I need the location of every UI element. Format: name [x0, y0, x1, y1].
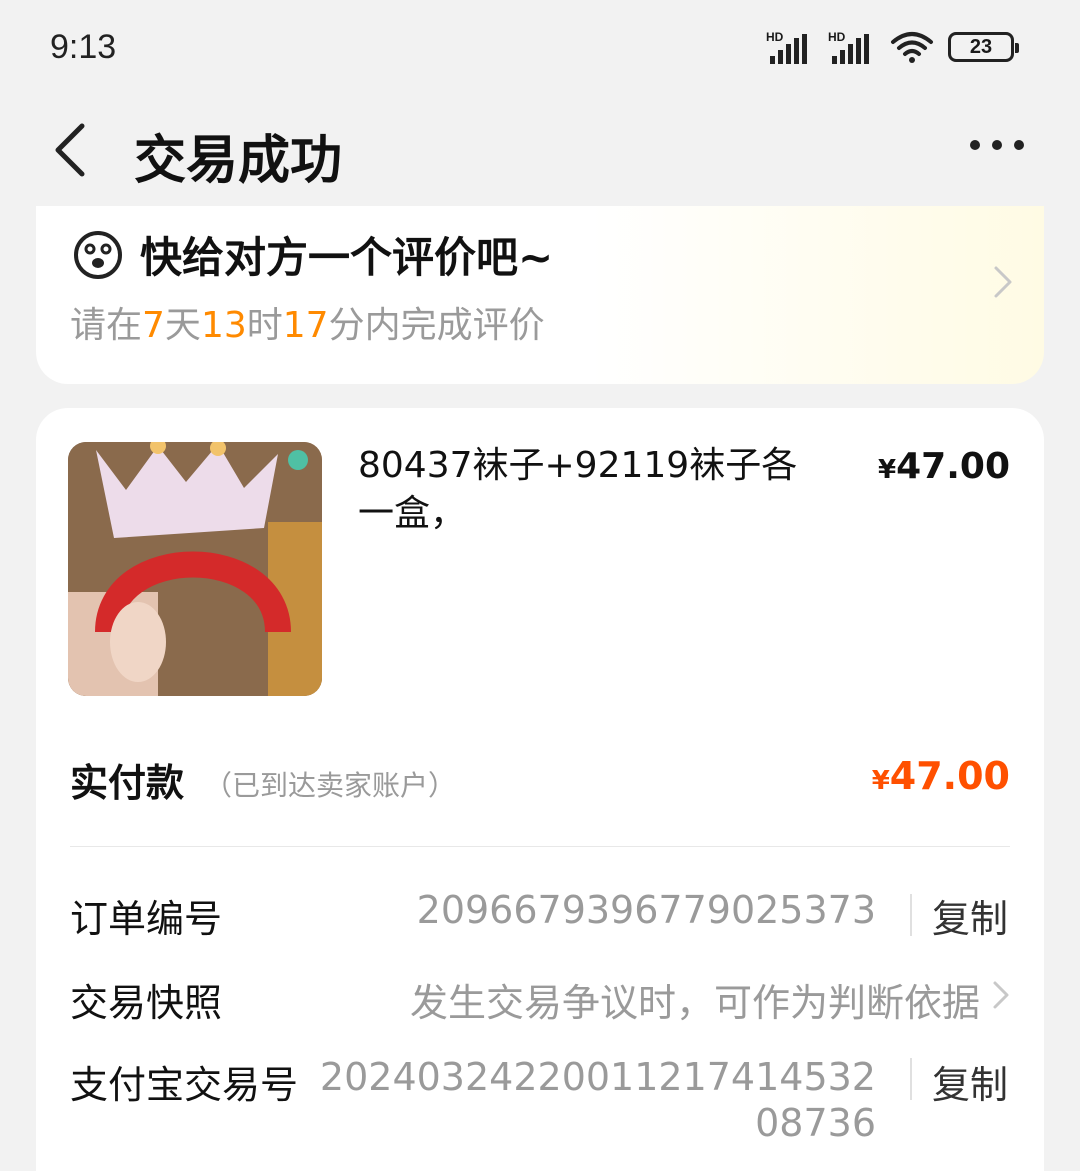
paid-label: 实付款 — [70, 761, 185, 805]
wifi-icon — [891, 32, 933, 63]
signal-2-icon: HD — [828, 30, 876, 64]
chevron-right-icon — [994, 266, 1012, 298]
back-icon[interactable] — [50, 120, 100, 180]
battery-level: 23 — [969, 35, 993, 58]
alipay-number-value: 20240324220011217414532 08736 — [319, 1055, 876, 1145]
days-remaining: 7 — [142, 305, 165, 346]
status-bar: 9:13 HD HD 23 — [0, 0, 1080, 100]
review-deadline: 请在7天13时17分内完成评价 — [70, 305, 545, 346]
alipay-number-label: 支付宝交易号 — [70, 1063, 299, 1107]
review-title: 快给对方一个评价吧~ — [140, 233, 554, 282]
status-icons: HD HD 23 — [766, 30, 1019, 64]
copy-alipay-number-button[interactable]: 复制 — [932, 1054, 1008, 1109]
more-options-icon[interactable] — [970, 140, 1024, 150]
product-image[interactable] — [68, 442, 322, 696]
snapshot-chevron-icon[interactable] — [992, 978, 1010, 1012]
product-price: ¥47.00 — [878, 446, 1010, 487]
copy-separator — [910, 1058, 912, 1100]
divider — [70, 846, 1010, 847]
nav-bar: 交易成功 — [0, 100, 1080, 200]
order-number-label: 订单编号 — [70, 897, 223, 941]
paid-note: （已到达卖家账户） — [204, 769, 457, 802]
hours-remaining: 13 — [200, 305, 247, 346]
review-reminder-card[interactable]: 快给对方一个评价吧~ 请在7天13时17分内完成评价 — [36, 206, 1044, 384]
copy-separator — [910, 894, 912, 936]
signal-1-icon: HD — [766, 30, 814, 64]
order-number-value: 2096679396779025373 — [416, 888, 876, 932]
status-time: 9:13 — [50, 28, 117, 66]
minutes-remaining: 17 — [282, 305, 329, 346]
product-name[interactable]: 80437袜子+92119袜子各一盒， — [358, 442, 828, 538]
surprised-face-icon — [74, 230, 122, 279]
paid-amount: ¥47.00 — [871, 754, 1010, 798]
snapshot-description[interactable]: 发生交易争议时，可作为判断依据 — [410, 972, 980, 1027]
review-header: 快给对方一个评价吧~ — [72, 224, 553, 285]
battery-icon: 23 — [948, 32, 1019, 62]
page-title: 交易成功 — [134, 131, 343, 191]
copy-order-number-button[interactable]: 复制 — [932, 888, 1008, 943]
snapshot-label: 交易快照 — [70, 981, 223, 1025]
order-card: 80437袜子+92119袜子各一盒， ¥47.00 实付款 （已到达卖家账户）… — [36, 408, 1044, 1171]
paid-row: 实付款 （已到达卖家账户） ¥47.00 — [70, 746, 1010, 806]
